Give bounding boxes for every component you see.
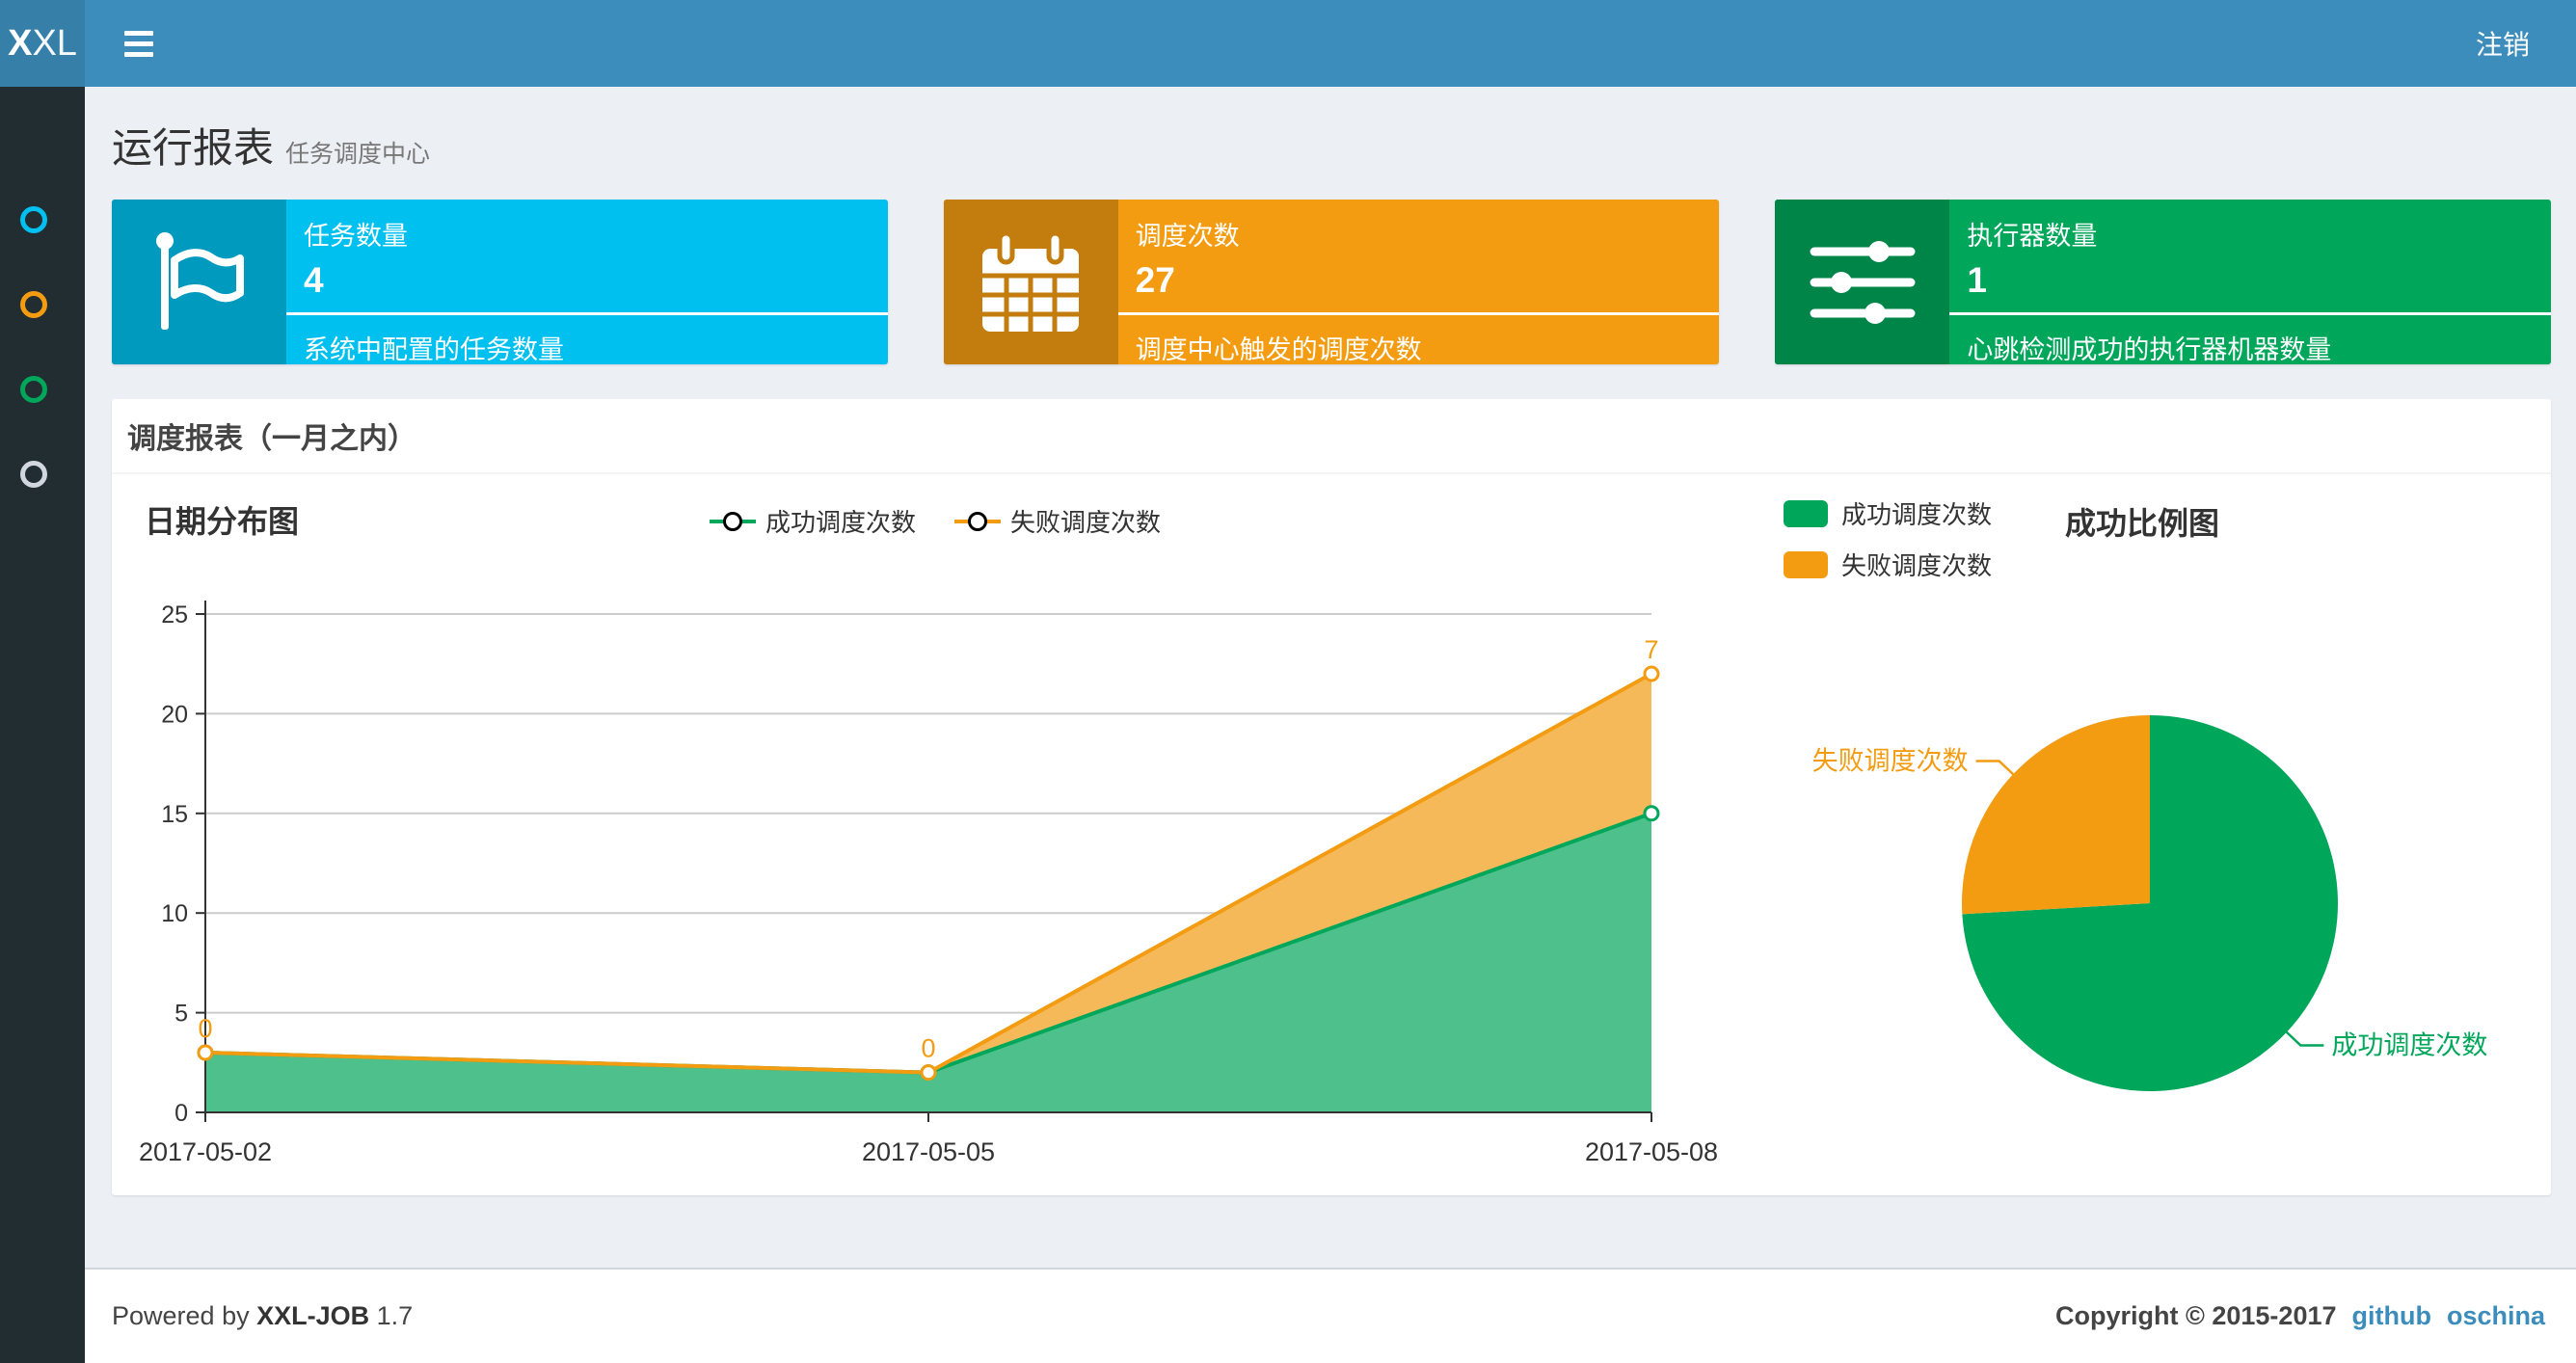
page-subtitle: 任务调度中心: [285, 141, 431, 168]
product-version: 1.7: [376, 1301, 414, 1330]
info-box-body: 调度次数 27 调度中心触发的调度次数: [1117, 200, 1720, 364]
legend-line-marker-icon: [710, 511, 756, 531]
info-box-label: 调度次数: [1135, 222, 1240, 251]
top-navbar: X XL 注销: [0, 0, 2576, 87]
success-ratio-pie-chart: 成功调度次数 失败调度次数: [1812, 715, 2487, 1091]
svg-text:10: 10: [161, 900, 188, 927]
logout-button[interactable]: 注销: [2458, 14, 2547, 72]
page-footer: Powered by XXL-JOB 1.7 Copyright © 2015-…: [85, 1268, 2576, 1363]
svg-text:2017-05-05: 2017-05-05: [862, 1137, 995, 1166]
info-box-description: 调度中心触发的调度次数: [1135, 335, 1422, 364]
pie-legend-item-success[interactable]: 成功调度次数: [1784, 495, 1992, 531]
svg-text:5: 5: [174, 1001, 188, 1028]
pie-chart-title: 成功比例图: [2065, 506, 2220, 541]
info-box-label: 执行器数量: [1967, 222, 2098, 251]
svg-text:0: 0: [921, 1034, 935, 1063]
info-box-value: 4: [304, 260, 324, 300]
info-box-jobs: 任务数量 4 系统中配置的任务数量: [112, 200, 888, 364]
legend-label: 成功调度次数: [765, 508, 917, 537]
svg-text:成功调度次数: 成功调度次数: [2331, 1031, 2487, 1060]
info-box-triggers: 调度次数 27 调度中心触发的调度次数: [943, 200, 1720, 364]
content-header: 运行报表 任务调度中心: [85, 87, 2576, 174]
page-title: 运行报表: [112, 125, 275, 171]
powered-by: Powered by XXL-JOB 1.7: [112, 1301, 413, 1331]
legend-label: 失败调度次数: [1841, 551, 1993, 580]
report-panel: 调度报表（一月之内） 日期分布图 成功调度次数 失败调度次数 成功调度次数 失败…: [112, 399, 2551, 1195]
legend-label: 失败调度次数: [1010, 508, 1162, 537]
svg-text:0: 0: [174, 1100, 188, 1127]
calendar-icon: [943, 200, 1118, 364]
pie-legend-item-fail[interactable]: 失败调度次数: [1784, 547, 1992, 582]
sidebar-item-logs-circle-icon[interactable]: [20, 376, 47, 403]
divider: [286, 312, 888, 315]
info-box-value: 1: [1967, 260, 1987, 300]
info-box-value: 27: [1135, 260, 1175, 300]
sidebar-item-report-circle-icon[interactable]: [20, 206, 47, 233]
report-panel-title: 调度报表（一月之内）: [127, 423, 416, 455]
info-box-label: 任务数量: [304, 222, 408, 251]
svg-text:失败调度次数: 失败调度次数: [1812, 746, 1969, 775]
sliders-icon: [1775, 200, 1950, 364]
flag-icon: [112, 200, 286, 364]
sidebar-toggle-menu-icon[interactable]: [111, 16, 167, 70]
sidebar-item-jobs-circle-icon[interactable]: [20, 291, 47, 318]
svg-text:2017-05-02: 2017-05-02: [139, 1137, 272, 1166]
info-box-description: 系统中配置的任务数量: [304, 335, 564, 364]
content-wrapper: 运行报表 任务调度中心 任务数量 4 系统中配置的任务数量 调度次数 27 调度…: [85, 87, 2576, 1268]
info-box-row: 任务数量 4 系统中配置的任务数量 调度次数 27 调度中心触发的调度次数 执行…: [112, 200, 2551, 364]
app-logo[interactable]: X XL: [0, 0, 85, 87]
svg-text:20: 20: [161, 701, 188, 728]
sidebar: [0, 87, 85, 1363]
oschina-link[interactable]: oschina: [2447, 1301, 2545, 1331]
copyright-text: Copyright © 2015-2017: [2054, 1301, 2337, 1330]
legend-line-marker-icon: [954, 511, 1002, 531]
date-distribution-chart: 05101520252017-05-02 2017-05-05 2017-05-08…: [139, 601, 1718, 1166]
logo-bold-text: X: [8, 22, 33, 64]
copyright: Copyright © 2015-2017 github oschina: [2055, 1301, 2545, 1331]
navbar-content: 注销: [85, 0, 2576, 87]
info-box-executors: 执行器数量 1 心跳检测成功的执行器机器数量: [1775, 200, 2551, 364]
divider: [1117, 312, 1720, 315]
product-name: XXL-JOB: [256, 1301, 370, 1330]
line-chart-title: 日期分布图: [145, 504, 300, 539]
svg-text:15: 15: [161, 801, 188, 828]
report-panel-body: 日期分布图 成功调度次数 失败调度次数 成功调度次数 失败调度次数 成功比例图 …: [112, 474, 2551, 1193]
legend-swatch-icon: [1784, 550, 1828, 578]
sidebar-item-executors-circle-icon[interactable]: [20, 461, 47, 488]
line-chart-legend: 成功调度次数 失败调度次数: [710, 503, 1161, 539]
github-link[interactable]: github: [2352, 1301, 2431, 1331]
legend-item-fail[interactable]: 失败调度次数: [954, 503, 1161, 539]
legend-swatch-icon: [1784, 499, 1828, 527]
legend-label: 成功调度次数: [1841, 500, 1993, 529]
divider: [1949, 312, 2551, 315]
logo-light-text: XL: [32, 22, 77, 64]
info-box-body: 执行器数量 1 心跳检测成功的执行器机器数量: [1949, 200, 2551, 364]
report-panel-header: 调度报表（一月之内）: [112, 399, 2551, 474]
pie-chart-legend: 成功调度次数 失败调度次数: [1784, 495, 1992, 582]
info-box-description: 心跳检测成功的执行器机器数量: [1967, 335, 2332, 364]
svg-text:7: 7: [1644, 635, 1658, 664]
svg-text:25: 25: [161, 601, 188, 628]
legend-item-success[interactable]: 成功调度次数: [710, 503, 916, 539]
info-box-body: 任务数量 4 系统中配置的任务数量: [286, 200, 888, 364]
powered-prefix: Powered by: [112, 1301, 250, 1330]
svg-text:0: 0: [198, 1014, 212, 1043]
